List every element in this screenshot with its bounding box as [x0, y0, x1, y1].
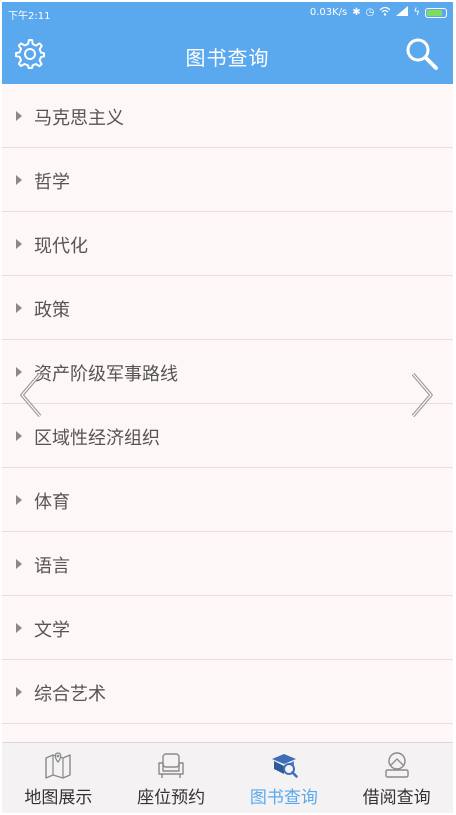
wifi-icon [379, 6, 391, 19]
bluetooth-icon: ✱ [352, 6, 361, 18]
signal-icon [396, 6, 409, 19]
seat-icon [158, 753, 184, 778]
app-header: 图书查询 [2, 24, 453, 84]
search-button[interactable] [405, 37, 439, 71]
list-item-label: 综合艺术 [34, 684, 106, 705]
list-item-5[interactable]: 区域性经济组织 [2, 404, 453, 468]
list-item-label: 文学 [34, 620, 70, 641]
list-item-9[interactable]: 综合艺术 [2, 660, 453, 724]
tab-label: 座位预约 [137, 788, 206, 808]
chevron-left-icon [20, 372, 42, 418]
status-indicators: 0.03K/s ✱ ◷ ϟ [310, 6, 447, 19]
previous-button[interactable] [16, 370, 46, 420]
page-title: 图书查询 [185, 46, 270, 70]
battery-fill [427, 9, 442, 16]
caret-right-icon [16, 687, 22, 697]
tab-borrow-query[interactable]: 借阅查询 [340, 743, 453, 813]
caret-right-icon [16, 623, 22, 633]
status-bar: 下午2:11 0.03K/s ✱ ◷ ϟ [2, 2, 453, 24]
list-item-label: 区域性经济组织 [34, 428, 160, 449]
caret-right-icon [16, 559, 22, 569]
list-item-label: 马克思主义 [34, 108, 124, 129]
tab-book-search[interactable]: 图书查询 [228, 743, 341, 813]
book-search-icon [271, 754, 298, 778]
caret-right-icon [16, 303, 22, 313]
map-icon [45, 752, 72, 779]
tab-label: 借阅查询 [362, 788, 431, 808]
caret-right-icon [16, 175, 22, 185]
tab-seat-booking[interactable]: 座位预约 [115, 743, 228, 813]
list-item-label: 资产阶级军事路线 [34, 364, 178, 385]
list-item-1[interactable]: 哲学 [2, 148, 453, 212]
status-time: 下午2:11 [8, 11, 51, 22]
network-speed: 0.03K/s [309, 6, 348, 18]
category-list: 马克思主义 哲学 现代化 政策 资产阶级军事路线 区域性经济组织 体育 语言 文… [2, 84, 453, 724]
caret-right-icon [16, 431, 22, 441]
list-item-label: 政策 [34, 300, 70, 321]
app-screen: 下午2:11 0.03K/s ✱ ◷ ϟ 图书查询 马克思主义 哲学 现代化 政… [2, 2, 453, 813]
list-item-label: 哲学 [34, 172, 70, 193]
list-item-0[interactable]: 马克思主义 [2, 84, 453, 148]
list-item-3[interactable]: 政策 [2, 276, 453, 340]
list-item-label: 体育 [34, 492, 70, 513]
caret-right-icon [16, 495, 22, 505]
next-button[interactable] [407, 370, 437, 420]
list-item-label: 语言 [34, 556, 70, 577]
battery-icon [425, 7, 447, 18]
list-item-label: 现代化 [34, 236, 88, 257]
tab-label: 图书查询 [249, 788, 318, 808]
list-item-8[interactable]: 文学 [2, 596, 453, 660]
list-item-6[interactable]: 体育 [2, 468, 453, 532]
list-item-4[interactable]: 资产阶级军事路线 [2, 340, 453, 404]
caret-right-icon [16, 111, 22, 121]
chevron-right-icon [411, 372, 433, 418]
search-icon [406, 38, 438, 70]
list-item-7[interactable]: 语言 [2, 532, 453, 596]
caret-right-icon [16, 239, 22, 249]
bottom-tab-bar: 地图展示 座位预约 图书查询 借阅查询 [2, 742, 453, 813]
charging-icon: ϟ [413, 6, 420, 18]
list-item-2[interactable]: 现代化 [2, 212, 453, 276]
borrow-icon [384, 752, 409, 778]
tab-label: 地图展示 [24, 788, 93, 808]
alarm-icon: ◷ [365, 6, 375, 18]
tab-map[interactable]: 地图展示 [2, 743, 115, 813]
